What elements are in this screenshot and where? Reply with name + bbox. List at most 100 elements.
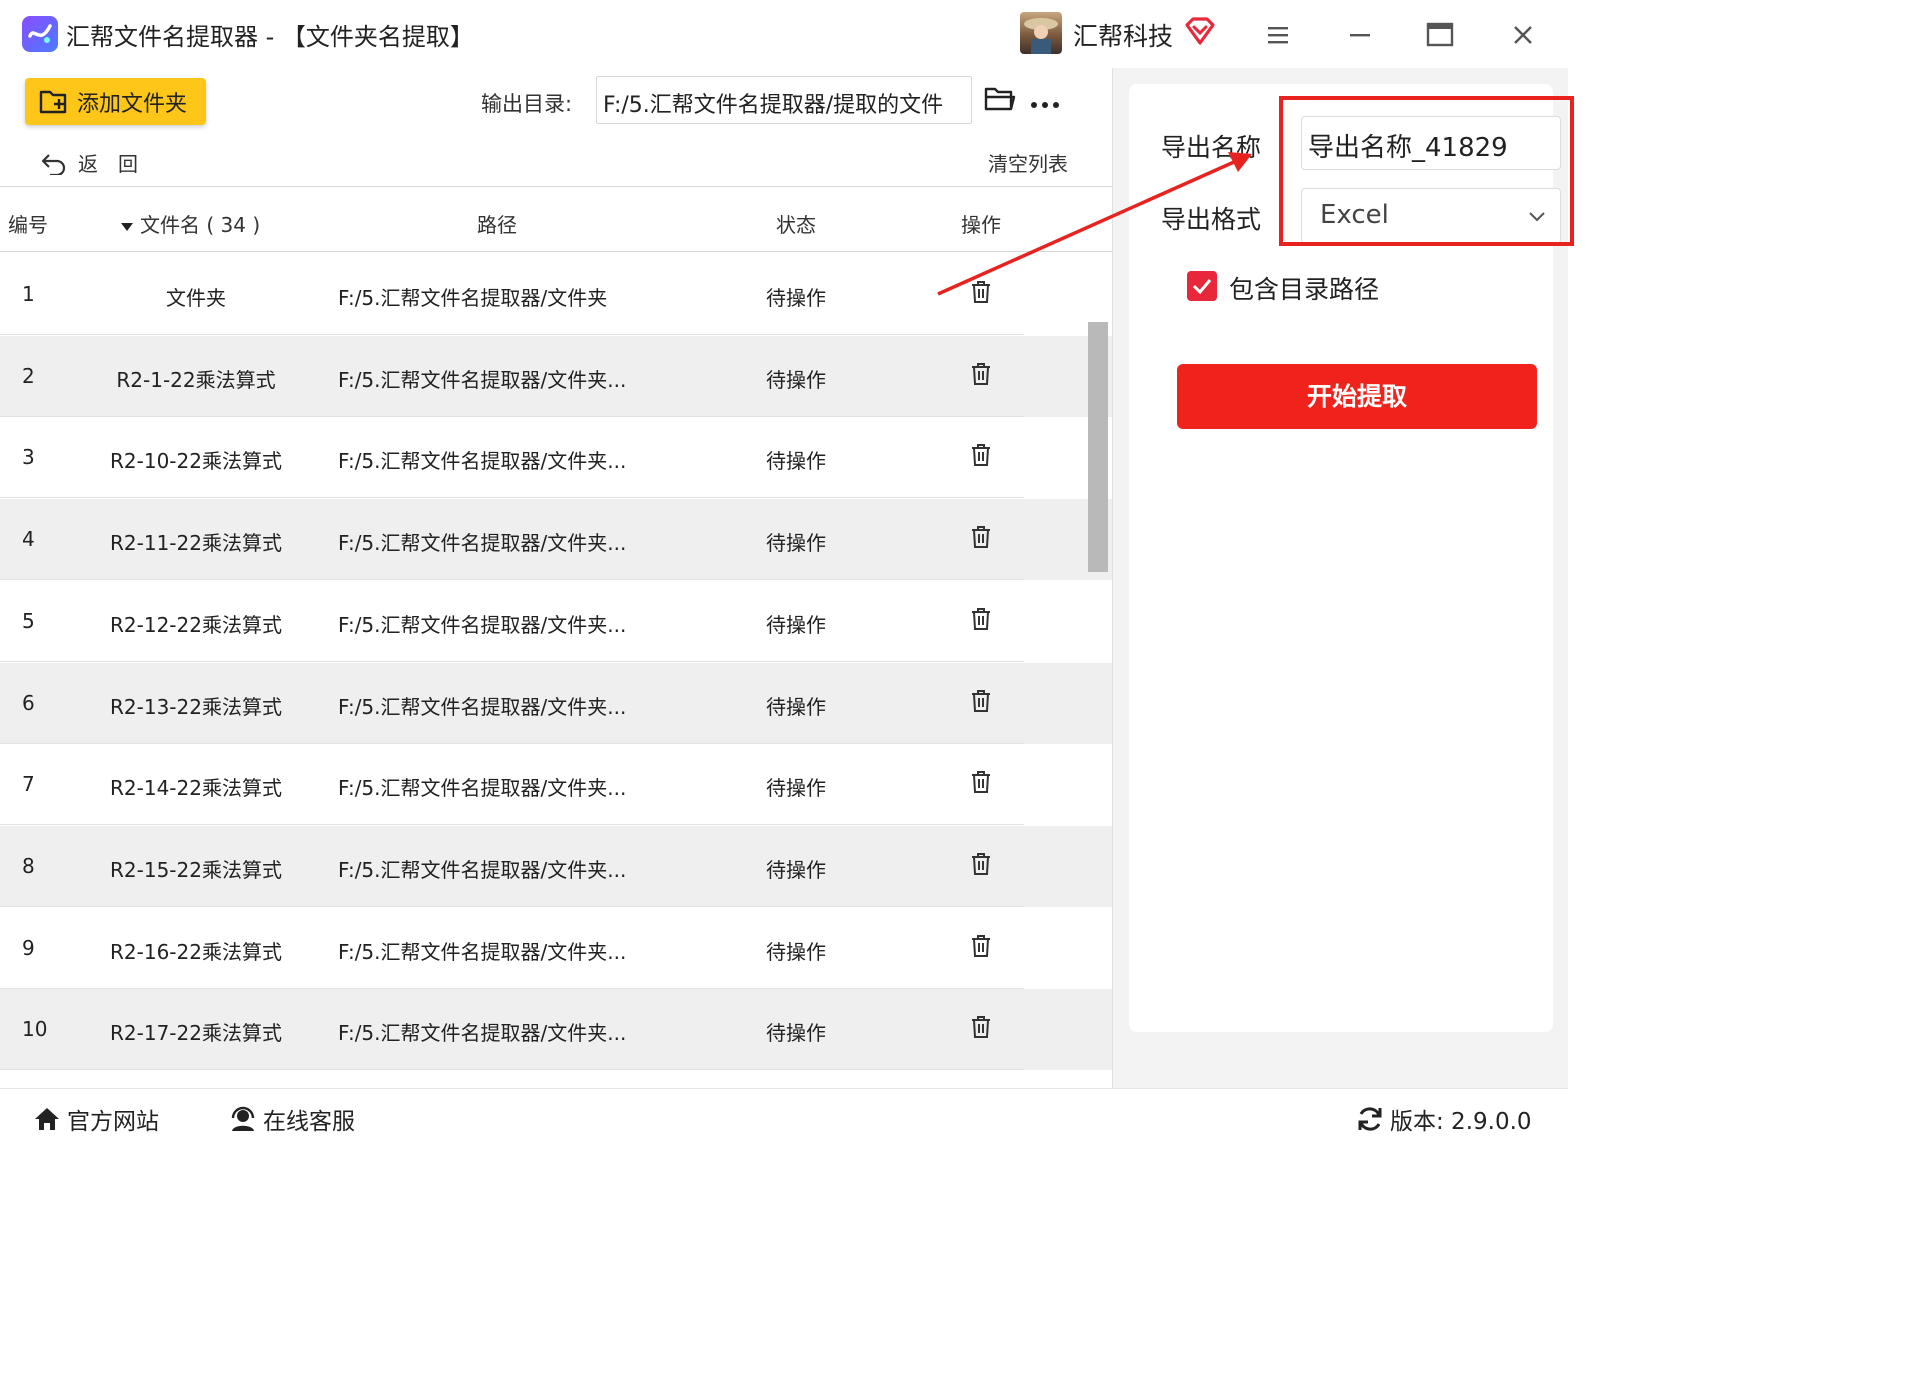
annotation-highlight-box: [1279, 96, 1574, 246]
maximize-icon[interactable]: [1422, 18, 1458, 52]
row-path: F:/5.汇帮文件名提取器/文件夹...: [338, 612, 627, 637]
trash-icon: [972, 607, 990, 630]
delete-row-button[interactable]: [970, 689, 992, 718]
output-dir-label: 输出目录:: [481, 92, 573, 116]
table-body: 1 文件夹 F:/5.汇帮文件名提取器/文件夹 待操作 2 R2-1-22乘法算式 F:/5…: [0, 254, 1112, 1088]
row-num: 9: [22, 935, 35, 960]
row-name: R2-16-22乘法算式: [110, 939, 282, 964]
refresh-icon[interactable]: [1356, 1105, 1384, 1133]
row-status: 待操作: [766, 1021, 826, 1046]
row-name: 文件夹: [166, 286, 226, 310]
table-row[interactable]: 6 R2-13-22乘法算式 F:/5.汇帮文件名提取器/文件夹... 待操作: [0, 662, 1024, 744]
version-info: 版本: 2.9.0.0: [1356, 1102, 1532, 1136]
file-list-panel: 添加文件夹 输出目录: F:/5.汇帮文件名提取器/提取的文件 返回 清空列表 …: [0, 68, 1112, 1088]
back-button[interactable]: 返回: [40, 148, 158, 177]
trash-icon: [972, 934, 990, 957]
start-extract-button[interactable]: 开始提取: [1177, 364, 1537, 429]
support-agent-icon: [231, 1106, 255, 1131]
delete-row-button[interactable]: [970, 280, 992, 309]
trash-icon: [972, 444, 990, 467]
row-status: 待操作: [766, 612, 826, 637]
table-row[interactable]: 9 R2-16-22乘法算式 F:/5.汇帮文件名提取器/文件夹... 待操作: [0, 908, 1024, 989]
header-num: 编号: [8, 213, 48, 237]
trash-icon: [972, 526, 990, 549]
row-num: 7: [22, 772, 35, 797]
table-row[interactable]: 2 R2-1-22乘法算式 F:/5.汇帮文件名提取器/文件夹... 待操作: [0, 335, 1024, 417]
row-path: F:/5.汇帮文件名提取器/文件夹...: [338, 531, 627, 556]
row-path: F:/5.汇帮文件名提取器/文件夹...: [338, 694, 627, 719]
row-name: R2-11-22乘法算式: [110, 531, 282, 556]
row-path: F:/5.汇帮文件名提取器/文件夹...: [338, 776, 627, 801]
menu-icon[interactable]: [1260, 18, 1296, 52]
row-path: F:/5.汇帮文件名提取器/文件夹...: [338, 449, 627, 474]
add-folder-label: 添加文件夹: [77, 91, 188, 117]
delete-row-button[interactable]: [970, 443, 992, 472]
output-dir-input[interactable]: F:/5.汇帮文件名提取器/提取的文件: [596, 76, 972, 124]
row-path: F:/5.汇帮文件名提取器/文件夹...: [338, 1021, 627, 1046]
row-name: R2-10-22乘法算式: [110, 449, 282, 474]
version-label: 版本: 2.9.0.0: [1390, 1109, 1532, 1135]
trash-icon: [972, 852, 990, 875]
delete-row-button[interactable]: [970, 934, 992, 963]
official-website-label: 官方网站: [67, 1109, 159, 1135]
header-path: 路径: [477, 213, 517, 237]
row-name: R2-14-22乘法算式: [110, 776, 282, 801]
row-num: 4: [22, 527, 35, 552]
row-status: 待操作: [766, 449, 826, 474]
row-path: F:/5.汇帮文件名提取器/文件夹...: [338, 857, 627, 882]
include-path-label: 包含目录路径: [1229, 275, 1380, 304]
trash-icon: [972, 281, 990, 303]
table-row[interactable]: 5 R2-12-22乘法算式 F:/5.汇帮文件名提取器/文件夹... 待操作: [0, 581, 1024, 662]
back-arrow-icon: [41, 153, 66, 175]
open-folder-icon[interactable]: [984, 85, 1016, 117]
official-website-link[interactable]: 官方网站: [33, 1102, 159, 1136]
settings-card: 导出名称 导出格式 导出名称_41829 Excel 包含目录路径 开始提取: [1129, 84, 1574, 1032]
table-row[interactable]: 8 R2-15-22乘法算式 F:/5.汇帮文件名提取器/文件夹... 待操作: [0, 825, 1024, 907]
sort-down-icon: [121, 223, 133, 231]
row-status: 待操作: [766, 531, 826, 556]
table-row[interactable]: 1 文件夹 F:/5.汇帮文件名提取器/文件夹 待操作: [0, 254, 1024, 335]
delete-row-button[interactable]: [970, 1015, 992, 1044]
row-status: 待操作: [766, 857, 826, 882]
checkmark-icon: [1192, 279, 1212, 295]
header-name[interactable]: 文件名 ( 34 ): [120, 209, 260, 238]
row-path: F:/5.汇帮文件名提取器/文件夹...: [338, 367, 627, 392]
table-header: 编号 文件名 ( 34 ) 路径 状态 操作: [0, 186, 1112, 252]
table-row[interactable]: 3 R2-10-22乘法算式 F:/5.汇帮文件名提取器/文件夹... 待操作: [0, 417, 1024, 499]
table-row[interactable]: 10 R2-17-22乘法算式 F:/5.汇帮文件名提取器/文件夹... 待操作: [0, 989, 1024, 1071]
row-status: 待操作: [766, 286, 826, 310]
minimize-icon[interactable]: [1342, 18, 1378, 52]
trash-icon: [972, 689, 990, 712]
table-row[interactable]: 7 R2-14-22乘法算式 F:/5.汇帮文件名提取器/文件夹... 待操作: [0, 744, 1024, 826]
row-num: 2: [22, 363, 35, 388]
more-options-icon[interactable]: [1030, 94, 1060, 113]
row-num: 1: [22, 282, 35, 306]
row-status: 待操作: [766, 939, 826, 964]
title-bar: 汇帮文件名提取器 - 【文件夹名提取】 汇帮科技: [0, 0, 1568, 68]
add-folder-button[interactable]: 添加文件夹: [25, 78, 206, 125]
online-support-link[interactable]: 在线客服: [229, 1102, 355, 1136]
row-num: 10: [22, 1017, 48, 1042]
user-avatar[interactable]: [1020, 12, 1062, 54]
row-name: R2-1-22乘法算式: [116, 367, 276, 392]
delete-row-button[interactable]: [970, 525, 992, 554]
trash-icon: [972, 362, 990, 385]
delete-row-button[interactable]: [970, 852, 992, 881]
row-name: R2-13-22乘法算式: [110, 694, 282, 719]
table-row[interactable]: 4 R2-11-22乘法算式 F:/5.汇帮文件名提取器/文件夹... 待操作: [0, 499, 1024, 581]
row-status: 待操作: [766, 694, 826, 719]
header-action: 操作: [961, 213, 1001, 237]
include-path-checkbox[interactable]: [1187, 271, 1217, 301]
scrollbar-thumb[interactable]: [1088, 322, 1108, 572]
vip-diamond-icon[interactable]: [1184, 16, 1216, 50]
delete-row-button[interactable]: [970, 770, 992, 799]
delete-row-button[interactable]: [970, 607, 992, 636]
row-num: 6: [22, 690, 35, 715]
online-support-label: 在线客服: [263, 1109, 355, 1135]
row-num: 5: [22, 608, 35, 633]
row-status: 待操作: [766, 367, 826, 392]
delete-row-button[interactable]: [970, 362, 992, 391]
clear-list-button[interactable]: 清空列表: [988, 148, 1068, 177]
trash-icon: [972, 771, 990, 794]
close-icon[interactable]: [1505, 18, 1541, 52]
